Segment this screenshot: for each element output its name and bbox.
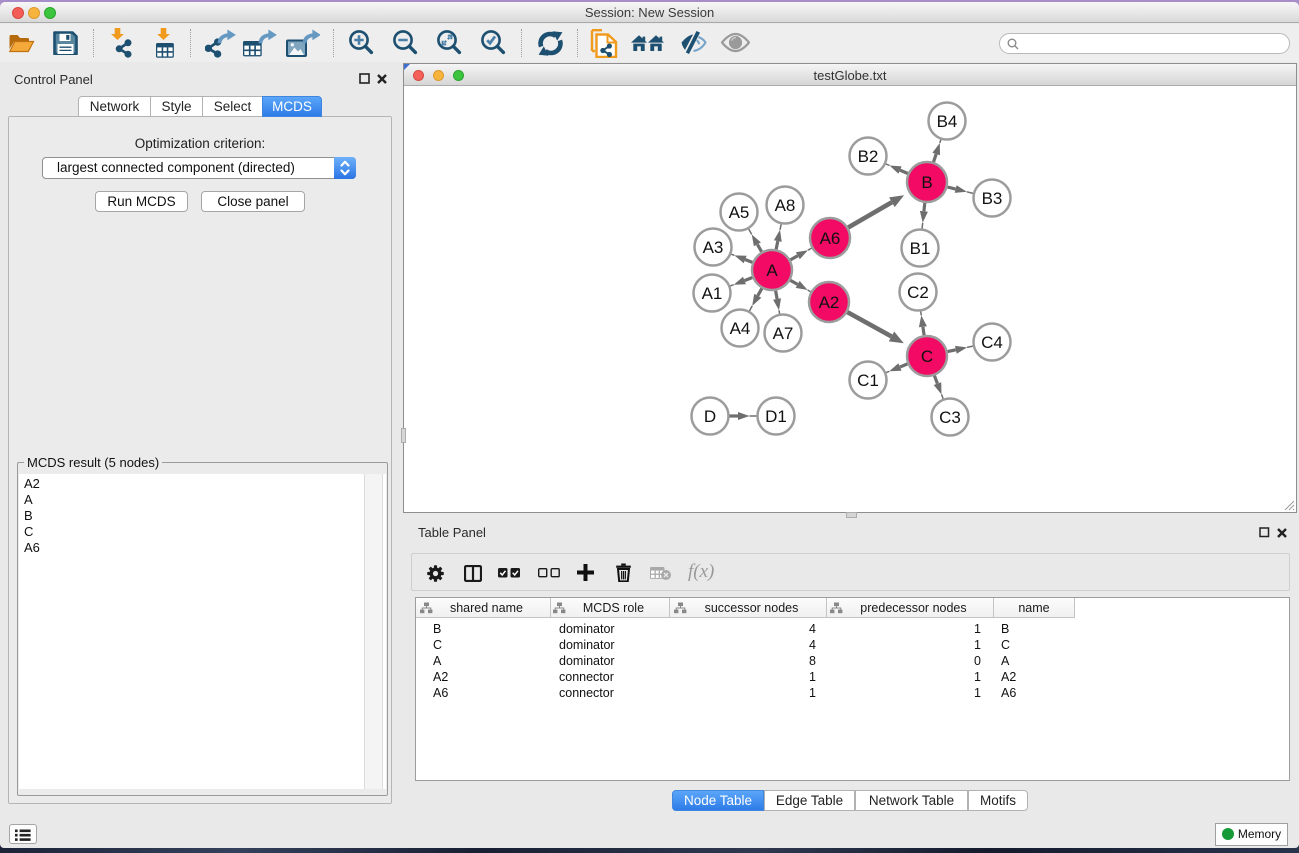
svg-text:D1: D1 [765, 407, 787, 426]
svg-text:B4: B4 [937, 112, 958, 131]
svg-text:A8: A8 [775, 196, 796, 215]
svg-text:D: D [704, 407, 716, 426]
svg-text:A3: A3 [703, 238, 724, 257]
svg-text:C1: C1 [857, 371, 879, 390]
svg-text:A1: A1 [702, 284, 723, 303]
svg-text:C4: C4 [981, 333, 1003, 352]
svg-text:A5: A5 [729, 203, 750, 222]
svg-text:B3: B3 [982, 189, 1003, 208]
svg-text:A2: A2 [819, 293, 840, 312]
svg-text:A7: A7 [773, 324, 794, 343]
svg-text:C: C [921, 347, 933, 366]
svg-text:B1: B1 [910, 239, 931, 258]
svg-text:A6: A6 [820, 229, 841, 248]
svg-text:B2: B2 [858, 147, 879, 166]
svg-text:C2: C2 [907, 283, 929, 302]
svg-text:C3: C3 [939, 408, 961, 427]
svg-text:A4: A4 [730, 319, 751, 338]
svg-text:A: A [766, 261, 778, 280]
svg-text:B: B [921, 173, 932, 192]
